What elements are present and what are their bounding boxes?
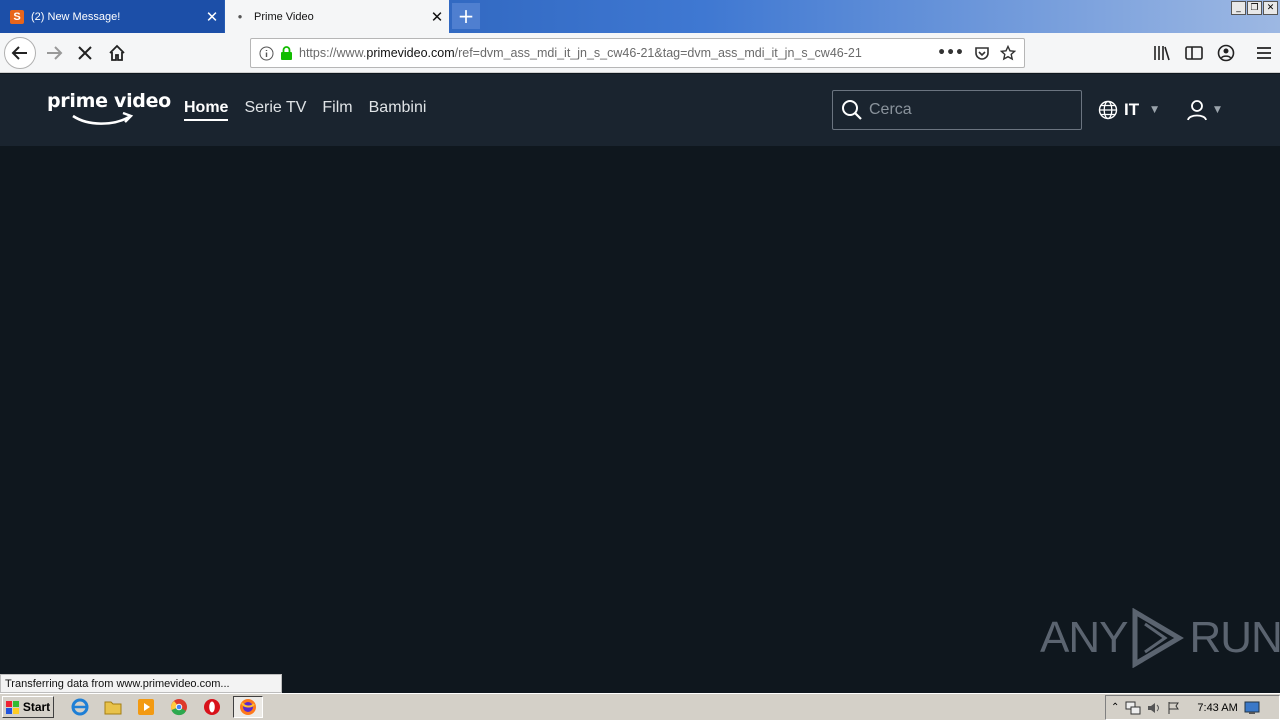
watermark-left: ANY xyxy=(1040,613,1128,662)
search-box[interactable] xyxy=(832,90,1082,130)
stop-button[interactable] xyxy=(69,37,101,69)
start-button[interactable]: Start xyxy=(2,696,54,718)
tab-new-message[interactable]: S (2) New Message! ✕ xyxy=(0,0,224,33)
close-window-button[interactable]: ✕ xyxy=(1263,1,1278,15)
close-tab-icon[interactable]: ✕ xyxy=(200,8,224,26)
tab-label: (2) New Message! xyxy=(31,10,121,23)
play-triangle-icon xyxy=(1132,608,1185,668)
flag-icon[interactable] xyxy=(1167,701,1181,715)
bookmark-star-icon[interactable] xyxy=(1000,45,1016,61)
tab-label: Prime Video xyxy=(254,10,314,23)
back-button[interactable] xyxy=(4,37,36,69)
main-nav: Home Serie TV Film Bambini xyxy=(184,99,426,121)
menu-button[interactable] xyxy=(1248,37,1280,69)
show-desktop-icon[interactable] xyxy=(1244,701,1260,715)
nav-home[interactable]: Home xyxy=(184,99,229,121)
pocket-icon[interactable] xyxy=(974,45,990,61)
taskbar: Start ⌃ 7:43 AM xyxy=(0,693,1280,720)
new-tab-button[interactable]: + xyxy=(452,3,480,29)
home-icon xyxy=(109,44,125,61)
sidebar-button[interactable] xyxy=(1178,37,1210,69)
lock-icon[interactable] xyxy=(280,45,293,61)
nav-bambini[interactable]: Bambini xyxy=(369,99,427,121)
tab-prime-video[interactable]: ● Prime Video ✕ xyxy=(225,0,449,33)
site-header: prime video Home Serie TV Film Bambini I… xyxy=(0,74,1280,146)
globe-icon xyxy=(1098,100,1118,120)
start-label: Start xyxy=(22,700,51,714)
home-button[interactable] xyxy=(101,37,133,69)
sidebar-icon xyxy=(1185,46,1203,60)
status-bar: Transferring data from www.primevideo.co… xyxy=(0,674,282,693)
clock: 7:43 AM xyxy=(1197,701,1238,714)
windows-logo-icon xyxy=(5,700,19,714)
smile-arrow-icon xyxy=(72,112,134,125)
arrow-right-icon xyxy=(47,46,63,60)
opera-taskbar-icon[interactable] xyxy=(200,696,224,718)
caret-down-icon: ▼ xyxy=(1151,105,1159,115)
close-tab-icon[interactable]: ✕ xyxy=(425,8,449,26)
info-icon[interactable] xyxy=(259,46,274,61)
network-icon[interactable] xyxy=(1125,701,1141,715)
minimize-button[interactable]: _ xyxy=(1231,1,1246,15)
logo-text: prime video xyxy=(47,90,171,112)
search-icon xyxy=(842,100,862,120)
language-selector[interactable]: IT ▼ xyxy=(1098,100,1158,120)
url-prefix: https://www. xyxy=(299,46,367,60)
prime-video-logo[interactable]: prime video xyxy=(47,90,171,125)
url-domain: primevideo.com xyxy=(366,46,455,60)
language-code: IT xyxy=(1124,100,1140,119)
folder-taskbar-icon[interactable] xyxy=(101,696,125,718)
favicon-s-icon: S xyxy=(10,9,24,24)
forward-button[interactable] xyxy=(38,37,70,69)
search-input[interactable] xyxy=(869,101,1069,119)
chrome-taskbar-icon[interactable] xyxy=(167,696,191,718)
url-bar[interactable]: https://www.primevideo.com/ref=dvm_ass_m… xyxy=(250,38,1025,68)
browser-nav-bar: https://www.primevideo.com/ref=dvm_ass_m… xyxy=(0,33,1280,73)
arrow-left-icon xyxy=(11,46,27,60)
account-button[interactable] xyxy=(1210,37,1242,69)
nav-film[interactable]: Film xyxy=(322,99,352,121)
library-icon xyxy=(1154,46,1170,61)
tray-expand-icon[interactable]: ⌃ xyxy=(1111,702,1119,713)
caret-down-icon: ▼ xyxy=(1214,105,1221,115)
account-circle-icon xyxy=(1217,44,1235,62)
hamburger-menu-icon xyxy=(1257,47,1271,59)
url-suffix: /ref=dvm_ass_mdi_it_jn_s_cw46-21&tag=dvm… xyxy=(454,46,862,60)
url-text[interactable]: https://www.primevideo.com/ref=dvm_ass_m… xyxy=(299,46,937,60)
stop-x-icon xyxy=(78,46,92,60)
volume-icon[interactable] xyxy=(1147,701,1161,715)
media-player-taskbar-icon[interactable] xyxy=(134,696,158,718)
user-icon xyxy=(1187,100,1207,121)
browser-tab-strip: S (2) New Message! ✕ ● Prime Video ✕ + _… xyxy=(0,0,1280,33)
system-tray: ⌃ 7:43 AM xyxy=(1105,695,1280,720)
loading-dot-icon: ● xyxy=(237,12,243,21)
window-controls: _ ❐ ✕ xyxy=(1231,1,1278,15)
library-button[interactable] xyxy=(1146,37,1178,69)
account-menu[interactable]: ▼ xyxy=(1186,99,1221,121)
more-actions-icon[interactable]: ••• xyxy=(937,45,964,61)
restore-button[interactable]: ❐ xyxy=(1247,1,1262,15)
ie-taskbar-icon[interactable] xyxy=(68,696,92,718)
nav-serie-tv[interactable]: Serie TV xyxy=(244,99,306,121)
watermark-right: RUN xyxy=(1189,613,1280,662)
firefox-taskbar-icon[interactable] xyxy=(233,696,263,718)
anyrun-watermark: ANY RUN xyxy=(1040,608,1280,668)
